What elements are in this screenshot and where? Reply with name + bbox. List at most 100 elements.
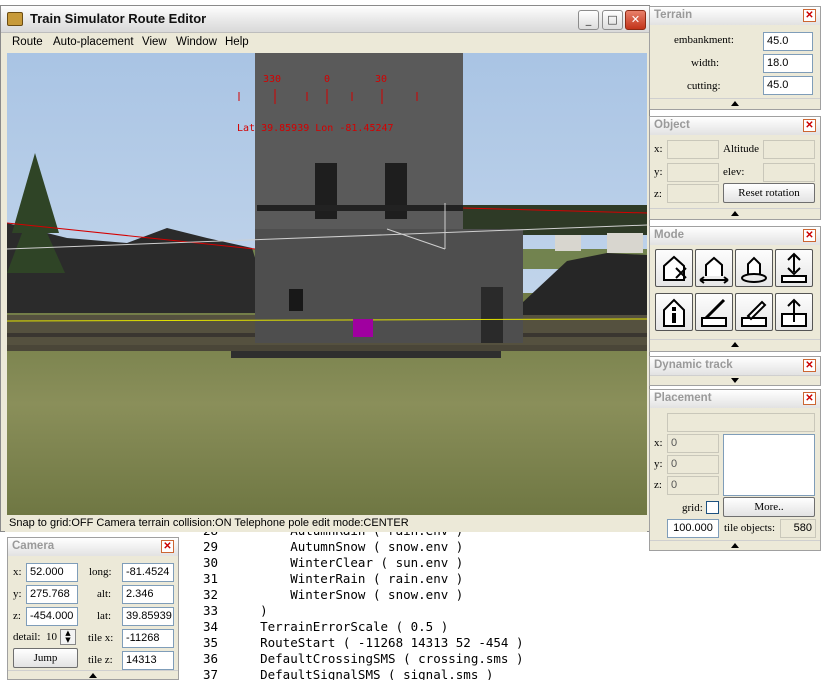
menu-help[interactable]: Help [225, 36, 249, 48]
placement-panel-title[interactable]: Placement ✕ [650, 390, 820, 408]
close-icon[interactable]: ✕ [803, 359, 816, 372]
camera-long-input[interactable]: -81.4524 [122, 563, 174, 582]
camera-lat-label: lat: [97, 610, 112, 622]
camera-y-input[interactable]: 275.768 [26, 585, 78, 604]
close-icon[interactable]: ✕ [161, 540, 174, 553]
placement-name-field[interactable] [667, 413, 815, 432]
camera-lat-input[interactable]: 39.85939 [122, 607, 174, 626]
jump-button[interactable]: Jump [13, 648, 78, 668]
more-button[interactable]: More.. [723, 497, 815, 517]
rotate-object-icon[interactable] [735, 249, 773, 287]
line-number: 37 [202, 667, 218, 680]
camera-long-label: long: [89, 566, 112, 578]
menu-route[interactable]: Route [12, 36, 43, 48]
menu-window[interactable]: Window [176, 36, 217, 48]
tile-z-label: tile z: [88, 654, 113, 666]
tile-x-input[interactable]: -11268 [122, 629, 174, 648]
line-number: 30 [202, 555, 218, 570]
code-line: 35 RouteStart ( -11268 14313 52 -454 ) [200, 635, 648, 651]
object-panel: Object ✕ x: y: z: Altitude elev: Reset ro… [649, 116, 821, 220]
minimize-button[interactable]: _ [578, 10, 599, 30]
detail-stepper[interactable]: ▲ ▼ [60, 629, 76, 645]
dynamic-track-panel: Dynamic track ✕ [649, 356, 821, 386]
placement-x-label: x: [654, 437, 663, 449]
code-line: 34 TerrainErrorScale ( 0.5 ) [200, 619, 648, 635]
camera-alt-label: alt: [97, 588, 112, 600]
line-text: DefaultSignalSMS ( signal.sms ) [230, 667, 494, 680]
route-editor-window: Train Simulator Route Editor _ □ ✕ Route… [0, 5, 650, 532]
embankment-input[interactable]: 45.0 [763, 32, 813, 51]
terrain-edit-icon[interactable] [695, 293, 733, 331]
window-title: Train Simulator Route Editor [30, 11, 207, 26]
placement-preview [723, 434, 815, 496]
camera-y-label: y: [13, 588, 22, 600]
elev-input[interactable] [763, 163, 815, 182]
detail-value: 10 [46, 631, 57, 643]
menu-auto-placement[interactable]: Auto-placement [53, 36, 134, 48]
object-info-icon[interactable] [655, 293, 693, 331]
delete-object-icon[interactable] [655, 249, 693, 287]
collapse-grip[interactable] [650, 98, 820, 108]
dynamic-track-panel-title[interactable]: Dynamic track ✕ [650, 357, 820, 375]
line-text: WinterClear ( sun.env ) [230, 555, 464, 570]
placement-z-label: z: [654, 479, 662, 491]
placement-panel: Placement ✕ x: 0 y: 0 z: 0 grid: More.. 1… [649, 389, 821, 551]
collapse-grip[interactable] [650, 540, 820, 550]
line-number: 33 [202, 603, 218, 618]
placement-z-input[interactable]: 0 [667, 476, 719, 495]
placement-distance-input[interactable]: 100.000 [667, 519, 719, 538]
camera-x-input[interactable]: 52.000 [26, 563, 78, 582]
mode-panel-title[interactable]: Mode ✕ [650, 227, 820, 245]
object-x-input[interactable] [667, 140, 719, 159]
code-line: 33 ) [200, 603, 648, 619]
grid-checkbox[interactable] [706, 501, 719, 514]
close-icon[interactable]: ✕ [803, 229, 816, 242]
terrain-paint-icon[interactable] [735, 293, 773, 331]
detail-label: detail: [13, 631, 41, 643]
collapse-grip[interactable] [8, 670, 178, 680]
raise-object-icon[interactable] [775, 249, 813, 287]
camera-z-input[interactable]: -454.000 [26, 607, 78, 626]
object-panel-title[interactable]: Object ✕ [650, 117, 820, 135]
menu-bar: Route Auto-placement View Window Help [5, 33, 647, 53]
code-line: 29 AutumnSnow ( snow.env ) [200, 539, 648, 555]
close-icon[interactable]: ✕ [803, 392, 816, 405]
terrain-panel-title[interactable]: Terrain ✕ [650, 7, 820, 25]
title-bar[interactable]: Train Simulator Route Editor _ □ ✕ [1, 6, 649, 33]
menu-view[interactable]: View [142, 36, 167, 48]
close-button[interactable]: ✕ [625, 10, 646, 30]
width-label: width: [691, 57, 720, 69]
move-object-icon[interactable] [695, 249, 733, 287]
camera-panel-title[interactable]: Camera ✕ [8, 538, 178, 556]
collapse-grip[interactable] [650, 208, 820, 218]
close-icon[interactable]: ✕ [803, 119, 816, 132]
line-text: WinterSnow ( snow.env ) [230, 587, 464, 602]
close-icon[interactable]: ✕ [803, 9, 816, 22]
altitude-input[interactable] [763, 140, 815, 159]
placement-y-input[interactable]: 0 [667, 455, 719, 474]
object-y-input[interactable] [667, 163, 719, 182]
embankment-label: embankment: [674, 34, 734, 46]
tile-objects-count: 580 [780, 519, 816, 538]
camera-alt-input[interactable]: 2.346 [122, 585, 174, 604]
terrain-raise-icon[interactable] [775, 293, 813, 331]
object-z-input[interactable] [667, 184, 719, 203]
maximize-button[interactable]: □ [602, 10, 623, 30]
line-text: WinterRain ( rain.env ) [230, 571, 464, 586]
tile-z-input[interactable]: 14313 [122, 651, 174, 670]
expand-grip[interactable] [650, 375, 820, 385]
line-text: DefaultCrossingSMS ( crossing.sms ) [230, 651, 524, 666]
line-text: AutumnSnow ( snow.env ) [230, 539, 464, 554]
cutting-input[interactable]: 45.0 [763, 76, 813, 95]
camera-panel: Camera ✕ x: 52.000 y: 275.768 z: -454.000… [7, 537, 179, 680]
placement-x-input[interactable]: 0 [667, 434, 719, 453]
code-line: 32 WinterSnow ( snow.env ) [200, 587, 648, 603]
collapse-grip[interactable] [650, 339, 820, 349]
camera-z-label: z: [13, 610, 21, 622]
3d-viewport[interactable]: 330 0 30 Lat 39.85939 Lon -81.45247 [7, 53, 647, 515]
terrain-panel: Terrain ✕ embankment: 45.0 width: 18.0 cu… [649, 6, 821, 110]
code-line: 37 DefaultSignalSMS ( signal.sms ) [200, 667, 648, 680]
width-input[interactable]: 18.0 [763, 54, 813, 73]
reset-rotation-button[interactable]: Reset rotation [723, 183, 815, 203]
route-file-text[interactable]: 28 AutumnRain ( rain.env ) 29 AutumnSnow … [200, 530, 648, 680]
